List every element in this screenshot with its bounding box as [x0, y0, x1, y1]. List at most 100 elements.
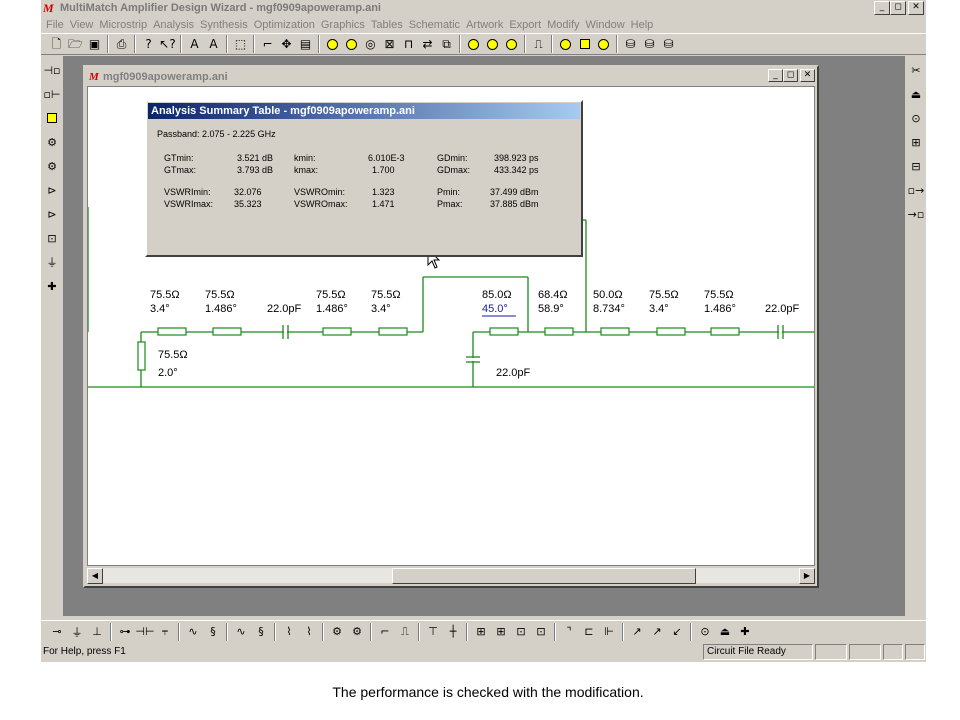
- menu-graphics[interactable]: Graphics: [320, 19, 370, 31]
- horizontal-scrollbar[interactable]: ◀ ▶: [87, 567, 815, 584]
- series-resistor-icon[interactable]: ⊸: [47, 623, 67, 641]
- shunt-inductor-icon[interactable]: §: [203, 623, 223, 641]
- network-d-icon[interactable]: ⊡: [531, 623, 551, 641]
- pulse-icon[interactable]: ⎍: [529, 35, 548, 53]
- menu-help[interactable]: Help: [630, 19, 659, 31]
- smith-chart-icon[interactable]: [464, 35, 483, 53]
- series-inductor-icon[interactable]: ∿: [183, 623, 203, 641]
- frequency-icon[interactable]: [342, 35, 361, 53]
- menu-synthesis[interactable]: Synthesis: [199, 19, 253, 31]
- child-maximize-button[interactable]: ◻: [783, 69, 798, 82]
- tune-a-icon[interactable]: A: [185, 35, 204, 53]
- text-tool-icon[interactable]: ▤: [296, 35, 315, 53]
- scroll-right-arrow-icon[interactable]: ▶: [799, 568, 815, 584]
- series-rl-icon[interactable]: ∿: [231, 623, 251, 641]
- node-icon[interactable]: ⊙: [906, 107, 926, 129]
- tline-body[interactable]: [544, 327, 574, 336]
- shunt-capacitor-icon[interactable]: ⫧: [155, 623, 175, 641]
- tee-icon[interactable]: ⊤: [423, 623, 443, 641]
- polar-icon[interactable]: [483, 35, 502, 53]
- stability-icon[interactable]: [502, 35, 521, 53]
- circulator-b-icon[interactable]: ⚙: [42, 155, 62, 177]
- network-icon[interactable]: ⊡: [42, 227, 62, 249]
- record-icon[interactable]: [556, 35, 575, 53]
- menu-schematic[interactable]: Schematic: [408, 19, 465, 31]
- scroll-thumb[interactable]: [392, 568, 696, 584]
- shunt-element-icon[interactable]: ⊥: [87, 623, 107, 641]
- circulator-icon[interactable]: ⚙: [42, 131, 62, 153]
- connect-tool-icon[interactable]: ⌐: [258, 35, 277, 53]
- diagonal-a-icon[interactable]: ↗: [627, 623, 647, 641]
- amplifier-b-icon[interactable]: ⊳: [42, 203, 62, 225]
- menu-window[interactable]: Window: [585, 19, 630, 31]
- cross-junction-icon[interactable]: ┼: [443, 623, 463, 641]
- stub-short-icon[interactable]: ⎍: [395, 623, 415, 641]
- transformer-icon[interactable]: ⌇: [279, 623, 299, 641]
- menu-microstrip[interactable]: Microstrip: [98, 19, 152, 31]
- cross-icon[interactable]: ✚: [735, 623, 755, 641]
- stub-tline-body[interactable]: [137, 341, 146, 371]
- series-capacitor-icon[interactable]: ⊣⊢: [135, 623, 155, 641]
- target-icon[interactable]: ◎: [361, 35, 380, 53]
- network-c-icon[interactable]: ⊡: [511, 623, 531, 641]
- port-icon[interactable]: ⊓: [399, 35, 418, 53]
- series-port-icon[interactable]: ⊣▫: [42, 59, 62, 81]
- remove-icon[interactable]: ⊟: [906, 155, 926, 177]
- menu-export[interactable]: Export: [508, 19, 546, 31]
- open-folder-icon[interactable]: 🗁: [66, 35, 85, 53]
- diagonal-b-icon[interactable]: ↗: [647, 623, 667, 641]
- child-minimize-button[interactable]: _: [768, 69, 783, 82]
- save-icon[interactable]: ▣: [85, 35, 104, 53]
- tune-b-icon[interactable]: A: [204, 35, 223, 53]
- add-icon[interactable]: ⊞: [906, 131, 926, 153]
- input-port-icon[interactable]: ▫→: [906, 179, 926, 201]
- help-icon[interactable]: ?: [139, 35, 158, 53]
- coupled-line-icon[interactable]: ⌇: [299, 623, 319, 641]
- close-button[interactable]: ✕: [908, 1, 924, 15]
- tline-body[interactable]: [656, 327, 686, 336]
- step-icon[interactable]: ⊏: [579, 623, 599, 641]
- menu-analysis[interactable]: Analysis: [152, 19, 199, 31]
- menu-view[interactable]: View: [69, 19, 99, 31]
- menu-modify[interactable]: Modify: [546, 19, 584, 31]
- tline-body[interactable]: [322, 327, 352, 336]
- layout-icon[interactable]: ⧉: [437, 35, 456, 53]
- diagonal-c-icon[interactable]: ↙: [667, 623, 687, 641]
- output-port-icon[interactable]: →▫: [906, 203, 926, 225]
- tline-body[interactable]: [710, 327, 740, 336]
- shunt-rl-icon[interactable]: §: [251, 623, 271, 641]
- ground-plane-icon[interactable]: ⏏: [715, 623, 735, 641]
- grid-icon[interactable]: ⊠: [380, 35, 399, 53]
- resonator-b-icon[interactable]: ⚙: [347, 623, 367, 641]
- gap-icon[interactable]: ⊩: [599, 623, 619, 641]
- box-icon[interactable]: [42, 107, 62, 129]
- menu-file[interactable]: File: [45, 19, 69, 31]
- context-help-icon[interactable]: ↖?: [158, 35, 177, 53]
- menu-optimization[interactable]: Optimization: [253, 19, 320, 31]
- minus-icon[interactable]: [594, 35, 613, 53]
- swap-icon[interactable]: ⇄: [418, 35, 437, 53]
- child-close-button[interactable]: ✕: [800, 69, 815, 82]
- tool-a-icon[interactable]: ⛁: [621, 35, 640, 53]
- print-icon[interactable]: ⎙: [112, 35, 131, 53]
- tline-body[interactable]: [157, 327, 187, 336]
- menu-artwork[interactable]: Artwork: [465, 19, 508, 31]
- cross-icon[interactable]: ✚: [42, 275, 62, 297]
- resonator-icon[interactable]: ⚙: [327, 623, 347, 641]
- tool-b-icon[interactable]: ⛁: [640, 35, 659, 53]
- stop-icon[interactable]: [575, 35, 594, 53]
- tline-body[interactable]: [212, 327, 242, 336]
- move-tool-icon[interactable]: ✥: [277, 35, 296, 53]
- circle-tool-icon[interactable]: [323, 35, 342, 53]
- maximize-button[interactable]: ◻: [890, 1, 906, 15]
- shunt-resistor-icon[interactable]: ⏚: [67, 623, 87, 641]
- ground-icon[interactable]: ⏏: [906, 83, 926, 105]
- scroll-left-arrow-icon[interactable]: ◀: [87, 568, 103, 584]
- menu-tables[interactable]: Tables: [370, 19, 408, 31]
- via-icon[interactable]: ⊙: [695, 623, 715, 641]
- minimize-button[interactable]: _: [874, 1, 890, 15]
- network-a-icon[interactable]: ⊞: [471, 623, 491, 641]
- new-file-icon[interactable]: 🗋: [47, 35, 66, 53]
- stub-open-icon[interactable]: ⌐: [375, 623, 395, 641]
- series-tline-icon[interactable]: ⊶: [115, 623, 135, 641]
